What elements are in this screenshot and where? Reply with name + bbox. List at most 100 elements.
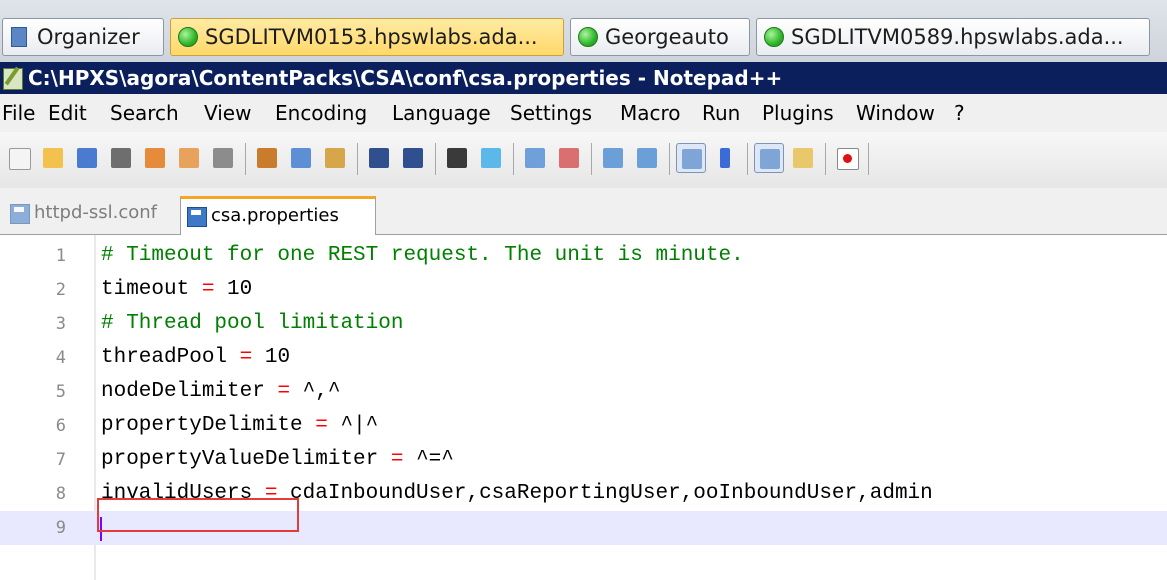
connected-dot-icon (764, 27, 784, 47)
value-token: cdaInboundUser,csaReportingUser,ooInboun… (277, 482, 933, 505)
session-tab-bar: Organizer SGDLITVM0153.hpswlabs.ada... G… (0, 0, 1167, 62)
zoom-out-icon[interactable] (554, 143, 584, 173)
session-tab-label: Georgeauto (605, 25, 729, 49)
window-title-bar[interactable]: C:\HPXS\agora\ContentPacks\CSA\conf\csa.… (0, 62, 1167, 94)
window-title: C:\HPXS\agora\ContentPacks\CSA\conf\csa.… (28, 66, 783, 90)
line-number: 2 (55, 280, 66, 300)
zoom-in-icon[interactable] (520, 143, 550, 173)
close-icon[interactable] (140, 143, 170, 173)
close-all-icon[interactable] (174, 143, 204, 173)
organizer-icon (11, 27, 27, 47)
show-all-characters-icon[interactable] (710, 143, 740, 173)
record-macro-icon[interactable] (832, 143, 862, 173)
menu-settings[interactable]: Settings (510, 94, 592, 132)
cut-icon[interactable] (252, 143, 282, 173)
value-token: ^=^ (403, 448, 454, 471)
code-line[interactable]: 9 (0, 511, 1167, 545)
code-line[interactable]: 8 invalidUsers = cdaInboundUser,csaReport… (0, 477, 1167, 511)
doc-tab-label: httpd-ssl.conf (34, 202, 158, 223)
line-number: 4 (55, 348, 66, 368)
save-all-icon[interactable] (106, 143, 136, 173)
sync-vertical-icon[interactable] (598, 143, 628, 173)
code-line[interactable]: 7 propertyValueDelimiter = ^=^ (0, 443, 1167, 477)
line-number: 9 (55, 518, 66, 538)
value-token: 10 (252, 346, 291, 369)
menu-macro[interactable]: Macro (620, 94, 681, 132)
property-key-token: timeout (101, 278, 202, 301)
menu-view[interactable]: View (204, 94, 251, 132)
menu-edit[interactable]: Edit (48, 94, 87, 132)
property-key-token: propertyDelimite (101, 414, 316, 437)
save-icon[interactable] (72, 143, 102, 173)
toolbar-separator (868, 143, 869, 175)
operator-token: = (201, 278, 215, 301)
saved-file-icon (187, 207, 207, 227)
code-line[interactable]: 5 nodeDelimiter = ^,^ (0, 375, 1167, 409)
document-tab-bar: httpd-ssl.conf csa.properties (0, 188, 1167, 236)
toolbar-separator (825, 143, 826, 175)
copy-icon[interactable] (286, 143, 316, 173)
open-file-icon[interactable] (38, 143, 68, 173)
menu-search[interactable]: Search (110, 94, 179, 132)
code-line[interactable]: 6 propertyDelimite = ^|^ (0, 409, 1167, 443)
session-tab-sgdlitvm0153[interactable]: SGDLITVM0153.hpswlabs.ada... (170, 18, 564, 56)
line-number: 1 (55, 246, 66, 266)
word-wrap-icon[interactable] (676, 143, 706, 173)
code-text: # Timeout for one REST request. The unit… (101, 239, 744, 273)
code-text: nodeDelimiter = ^,^ (101, 375, 340, 409)
menu-file[interactable]: File (2, 94, 35, 132)
code-line[interactable]: 1 # Timeout for one REST request. The uni… (0, 239, 1167, 273)
connected-dot-icon (178, 27, 198, 47)
menu-window[interactable]: Window (856, 94, 935, 132)
code-text: invalidUsers = cdaInboundUser,csaReporti… (101, 477, 933, 511)
doc-tab-label: csa.properties (211, 205, 339, 226)
toolbar-separator (513, 143, 514, 175)
redo-icon[interactable] (398, 143, 428, 173)
session-tab-sgdlitvm0589[interactable]: SGDLITVM0589.hpswlabs.ada... (756, 18, 1150, 56)
print-icon[interactable] (208, 143, 238, 173)
session-tab-georgeauto[interactable]: Georgeauto (570, 18, 750, 56)
doc-tab-httpd-ssl-conf[interactable]: httpd-ssl.conf (4, 196, 176, 236)
line-number: 8 (55, 484, 66, 504)
undo-icon[interactable] (364, 143, 394, 173)
paste-icon[interactable] (320, 143, 350, 173)
text-caret (100, 517, 102, 541)
menu-language[interactable]: Language (392, 94, 491, 132)
comment-token: # Timeout for one REST request. The unit… (101, 244, 744, 267)
code-text: propertyDelimite = ^|^ (101, 409, 378, 443)
code-line[interactable]: 3 # Thread pool limitation (0, 307, 1167, 341)
code-text: # Thread pool limitation (101, 307, 403, 341)
new-file-icon[interactable] (4, 143, 34, 173)
menu-help[interactable]: ? (954, 94, 965, 132)
session-tab-organizer[interactable]: Organizer (2, 18, 164, 56)
operator-token: = (390, 448, 404, 471)
replace-icon[interactable] (476, 143, 506, 173)
value-token: ^,^ (290, 380, 341, 403)
user-defined-language-icon[interactable] (788, 143, 818, 173)
notepadpp-app-icon (3, 68, 23, 90)
property-key-token: invalidUsers (101, 482, 265, 505)
code-line[interactable]: 2 timeout = 10 (0, 273, 1167, 307)
operator-token: = (264, 482, 278, 505)
menu-run[interactable]: Run (702, 94, 740, 132)
doc-tab-csa-properties[interactable]: csa.properties (180, 196, 376, 236)
toolbar-separator (435, 143, 436, 175)
toolbar-separator (591, 143, 592, 175)
value-token: ^|^ (327, 414, 379, 437)
indent-guide-icon[interactable] (754, 143, 784, 173)
saved-file-icon (10, 204, 30, 224)
session-tab-label: SGDLITVM0153.hpswlabs.ada... (205, 25, 538, 49)
code-text: propertyValueDelimiter = ^=^ (101, 443, 454, 477)
property-key-token: nodeDelimiter (101, 380, 278, 403)
menu-encoding[interactable]: Encoding (275, 94, 367, 132)
code-line[interactable]: 4 threadPool = 10 (0, 341, 1167, 375)
session-tab-label: SGDLITVM0589.hpswlabs.ada... (791, 25, 1124, 49)
connected-dot-icon (578, 27, 598, 47)
toolbar-separator (245, 143, 246, 175)
sync-horizontal-icon[interactable] (632, 143, 662, 173)
property-key-token: threadPool (101, 346, 240, 369)
find-icon[interactable] (442, 143, 472, 173)
editor-area[interactable]: 1 # Timeout for one REST request. The uni… (0, 235, 1167, 580)
menu-plugins[interactable]: Plugins (762, 94, 834, 132)
property-key-token: propertyValueDelimiter (101, 448, 391, 471)
